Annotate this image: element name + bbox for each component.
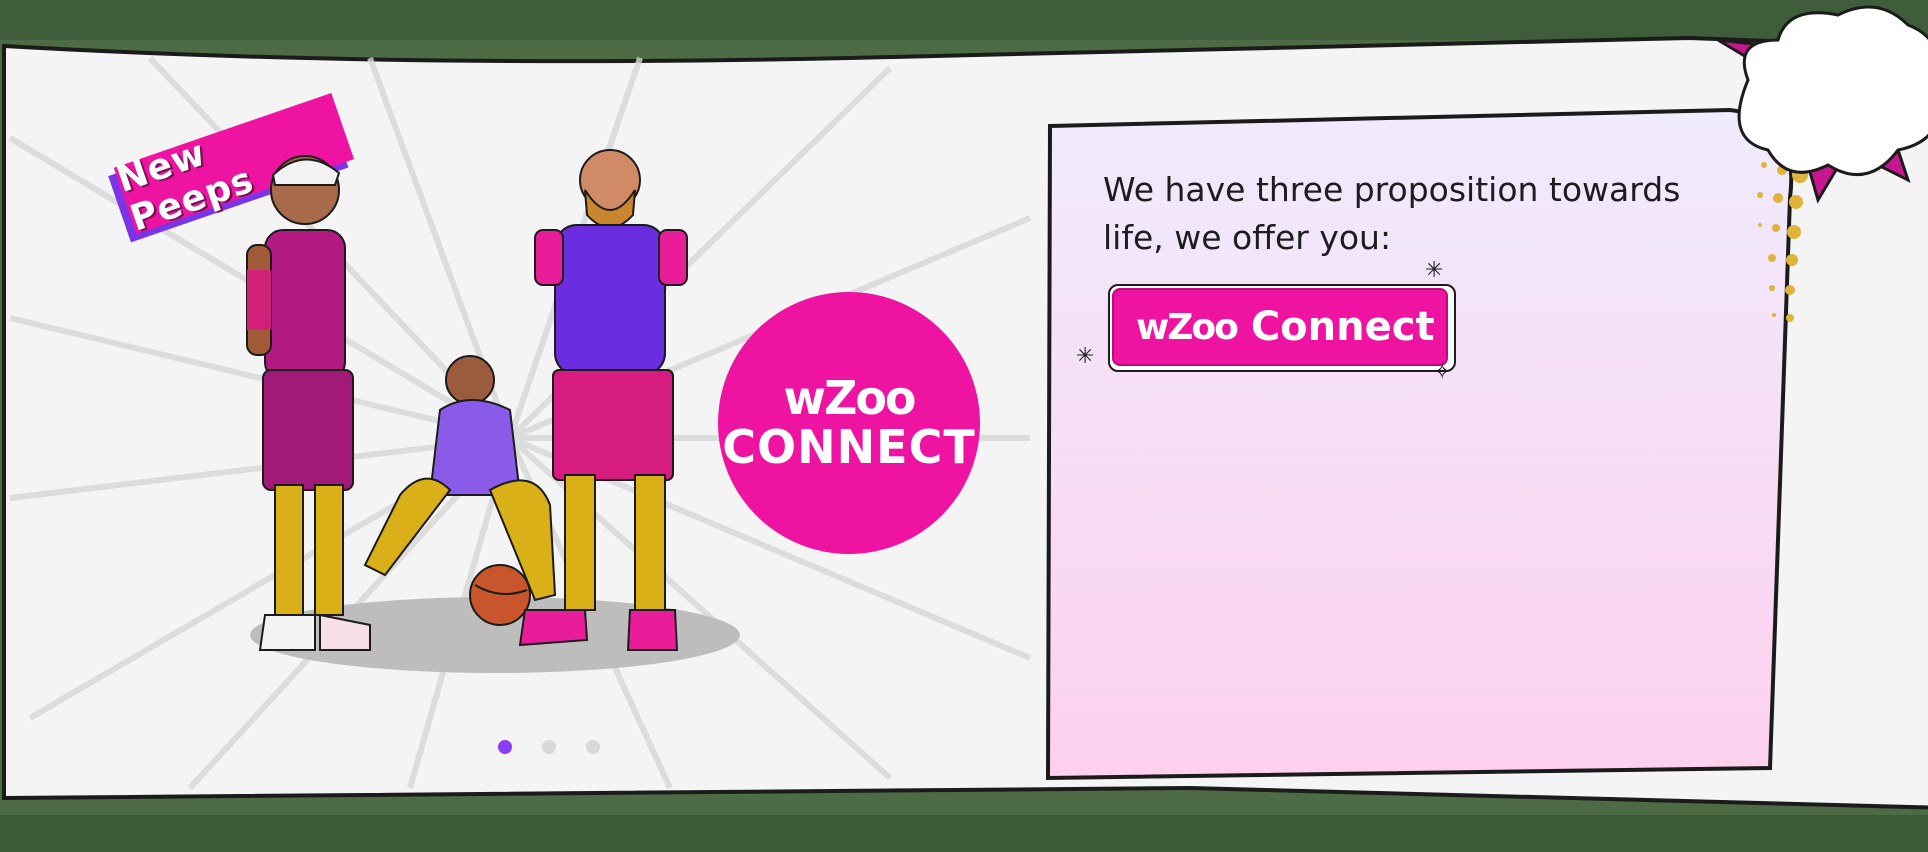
button-brand: wZoo	[1136, 306, 1239, 348]
bottom-texture	[0, 815, 1928, 852]
carousel-dot-1[interactable]	[498, 740, 512, 754]
carousel-dots	[498, 740, 600, 754]
button-face[interactable]: wZoo Connect	[1112, 288, 1448, 366]
four-point-star-icon: ✧	[1433, 360, 1452, 385]
card-intro-text: We have three proposition towards life, …	[1103, 170, 1681, 257]
wzoo-connect-button[interactable]: wZoo Connect	[1108, 284, 1456, 372]
comic-cloud-icon	[1708, 0, 1928, 230]
star-sparkle-icon: ✳	[1425, 258, 1444, 283]
asterisk-sparkle-icon: ✳	[1076, 344, 1095, 369]
players-illustration	[235, 145, 745, 685]
carousel-dot-2[interactable]	[542, 740, 556, 754]
wzoo-connect-logo: wZoo CONNECT	[718, 292, 980, 554]
carousel-dot-3[interactable]	[586, 740, 600, 754]
left-player	[246, 155, 371, 651]
button-label: Connect	[1250, 304, 1435, 350]
middle-player	[363, 355, 557, 626]
circle-logo-brand: wZoo	[783, 371, 916, 425]
circle-logo-word: CONNECT	[722, 420, 976, 474]
